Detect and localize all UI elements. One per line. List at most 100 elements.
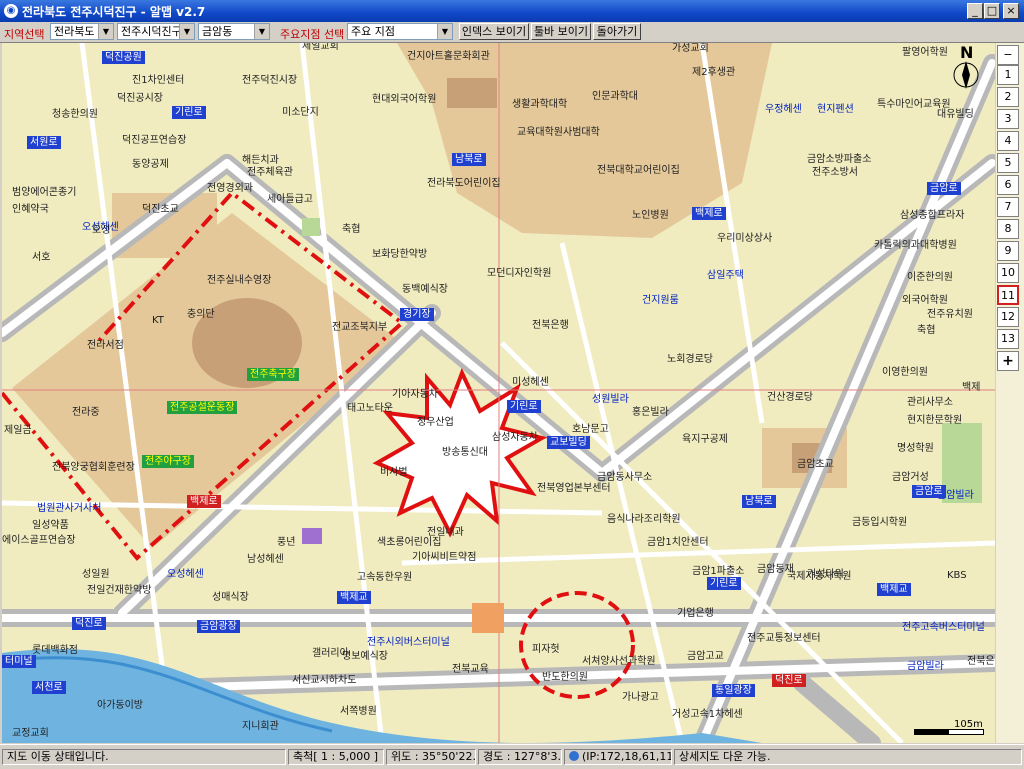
map-label: 덕진로 <box>772 674 806 687</box>
map-label: 방송통신대 <box>442 447 488 458</box>
map-label: 전주덕진시장 <box>242 75 298 86</box>
map-label: 우리미상상사 <box>717 233 773 244</box>
map-label: 삼일주택 <box>707 270 744 281</box>
map-label: 건지원룸 <box>642 295 679 306</box>
map-label: 전주체육관 <box>247 167 293 178</box>
map-label: 터미널 <box>2 655 36 668</box>
toolbar-toggle-button[interactable]: 툴바 보이기 <box>531 23 591 40</box>
status-bar: 지도 이동 상태입니다. 축척[ 1 : 5,000 ] 위도 : 35°50'… <box>0 744 1024 769</box>
zoom-out-button[interactable]: − <box>997 45 1019 65</box>
globe-icon <box>569 751 579 761</box>
map-label: 백제교 <box>877 583 911 596</box>
map-label: 성매식장 <box>212 592 249 603</box>
chevron-down-icon: ▼ <box>98 24 113 39</box>
map-label: 백제 <box>962 382 981 393</box>
map-label: 전라북도어린이집 <box>427 178 501 189</box>
map-label: 비사벌 <box>380 467 408 478</box>
map-label: 서천로 <box>32 681 66 694</box>
map-label: 전북은행 <box>967 656 995 667</box>
map-label: 거성타워 <box>807 569 844 580</box>
map-label: 덕진공원 <box>102 51 145 64</box>
map-label: 기아씨비트약점 <box>412 552 477 563</box>
zoom-level-9[interactable]: 9 <box>997 241 1019 261</box>
map-label: 청송한의원 <box>52 109 98 120</box>
map-label: 기린로 <box>507 400 541 413</box>
zoom-level-7[interactable]: 7 <box>997 197 1019 217</box>
map-label: 명성학원 <box>897 443 934 454</box>
map-label: 교보빌딩 <box>547 436 590 449</box>
status-ip: (IP:172,18,61,110) <box>564 749 672 765</box>
zoom-in-button[interactable]: + <box>997 351 1019 371</box>
map-label: 성원빌라 <box>592 394 629 405</box>
app-window: ◉ 전라북도 전주시덕진구 - 알맵 v2.7 _ □ × 지역선택 전라북도 ▼… <box>0 0 1024 769</box>
map-label: 진1차인센터 <box>132 75 185 86</box>
scale-bar: 105m <box>914 719 984 735</box>
zoom-level-5[interactable]: 5 <box>997 153 1019 173</box>
map-label: 정우산업 <box>417 417 454 428</box>
map-label: 반도한의원 <box>542 672 588 683</box>
map-label: 우정헤센 <box>765 104 802 115</box>
map-label: 서쪽병원 <box>340 706 377 717</box>
map-label: 가나광고 <box>622 692 659 703</box>
map-label: 육지구공제 <box>682 434 728 445</box>
app-icon: ◉ <box>4 4 18 18</box>
map-label: 노회경로당 <box>667 354 713 365</box>
map-label: 금암로 <box>927 182 961 195</box>
map-label: 롯데백화점 <box>32 645 78 656</box>
map-label: 금암거성 <box>892 472 929 483</box>
map-label: 현지한문학원 <box>907 415 963 426</box>
close-button[interactable]: × <box>1003 3 1019 19</box>
map-label: 성일원 <box>82 569 110 580</box>
maximize-button[interactable]: □ <box>984 3 1000 19</box>
map-label: 제2후생관 <box>692 67 736 78</box>
map-canvas[interactable]: N 105m 덕진공원 제일교회 건지아트홀문화회관 생활과학대학 인문과학대 가성교회 제… <box>2 43 995 743</box>
map-label: 덕진공프연습장 <box>122 135 187 146</box>
map-label: 서원로 <box>27 136 61 149</box>
map-label: 금등입시학원 <box>852 517 908 528</box>
dong-select[interactable]: 금암동 ▼ <box>198 23 270 40</box>
map-label: 전일내과 <box>427 527 464 538</box>
minimize-button[interactable]: _ <box>967 3 983 19</box>
zoom-level-13[interactable]: 13 <box>997 329 1019 349</box>
district-select[interactable]: 전주시덕진구 ▼ <box>117 23 195 40</box>
poi-select[interactable]: 주요 지점 ▼ <box>347 23 453 40</box>
province-select[interactable]: 전라북도 ▼ <box>50 23 114 40</box>
map-label: 피자헛 <box>532 644 560 655</box>
region-label: 지역선택 <box>4 28 45 41</box>
toolbar: 지역선택 전라북도 ▼ 전주시덕진구 ▼ 금암동 ▼ 주요지점 선택 주요 지점 ▼ 인… <box>0 22 1024 43</box>
zoom-level-2[interactable]: 2 <box>997 87 1019 107</box>
poi-label: 주요지점 선택 <box>280 28 345 41</box>
map-label: 전주실내수영장 <box>207 275 272 286</box>
zoom-level-4[interactable]: 4 <box>997 131 1019 151</box>
map-label: 대유빌딩 <box>937 109 974 120</box>
status-longitude: 경도 : 127°8'3.03" <box>478 749 562 765</box>
zoom-level-6[interactable]: 6 <box>997 175 1019 195</box>
map-label: 이준한의원 <box>907 272 953 283</box>
status-latitude: 위도 : 35°50'22.16" <box>386 749 476 765</box>
map-label: 건산경로당 <box>767 392 813 403</box>
map-label: 전북양궁협회훈련장 <box>52 462 135 473</box>
map-label: 팔영어학원 <box>902 47 948 58</box>
zoom-level-8[interactable]: 8 <box>997 219 1019 239</box>
map-label: 전라서점 <box>87 340 124 351</box>
zoom-level-10[interactable]: 10 <box>997 263 1019 283</box>
map-label: 남북로 <box>742 495 776 508</box>
index-toggle-button[interactable]: 인덱스 보이기 <box>459 23 529 40</box>
zoom-level-11[interactable]: 11 <box>997 285 1019 305</box>
map-label: 음식나라조리학원 <box>607 514 681 525</box>
map-label: 전주시외버스터미널 <box>367 637 450 648</box>
map-label: 기업은행 <box>677 608 714 619</box>
window-title: 전라북도 전주시덕진구 - 알맵 v2.7 <box>22 5 206 19</box>
back-button[interactable]: 돌아가기 <box>593 23 641 40</box>
map-label: 삼성종합프라자 <box>900 210 965 221</box>
zoom-level-1[interactable]: 1 <box>997 65 1019 85</box>
map-label: 동백예식장 <box>402 284 448 295</box>
map-label: 가성교회 <box>672 43 709 54</box>
map-label: 오성 <box>92 225 111 236</box>
zoom-level-3[interactable]: 3 <box>997 109 1019 129</box>
map-label: 금암빌라 <box>907 661 944 672</box>
province-value: 전라북도 <box>54 25 95 38</box>
map-label: KBS <box>947 570 967 581</box>
zoom-level-12[interactable]: 12 <box>997 307 1019 327</box>
status-message: 상세지도 다운 가능. <box>674 749 1022 765</box>
